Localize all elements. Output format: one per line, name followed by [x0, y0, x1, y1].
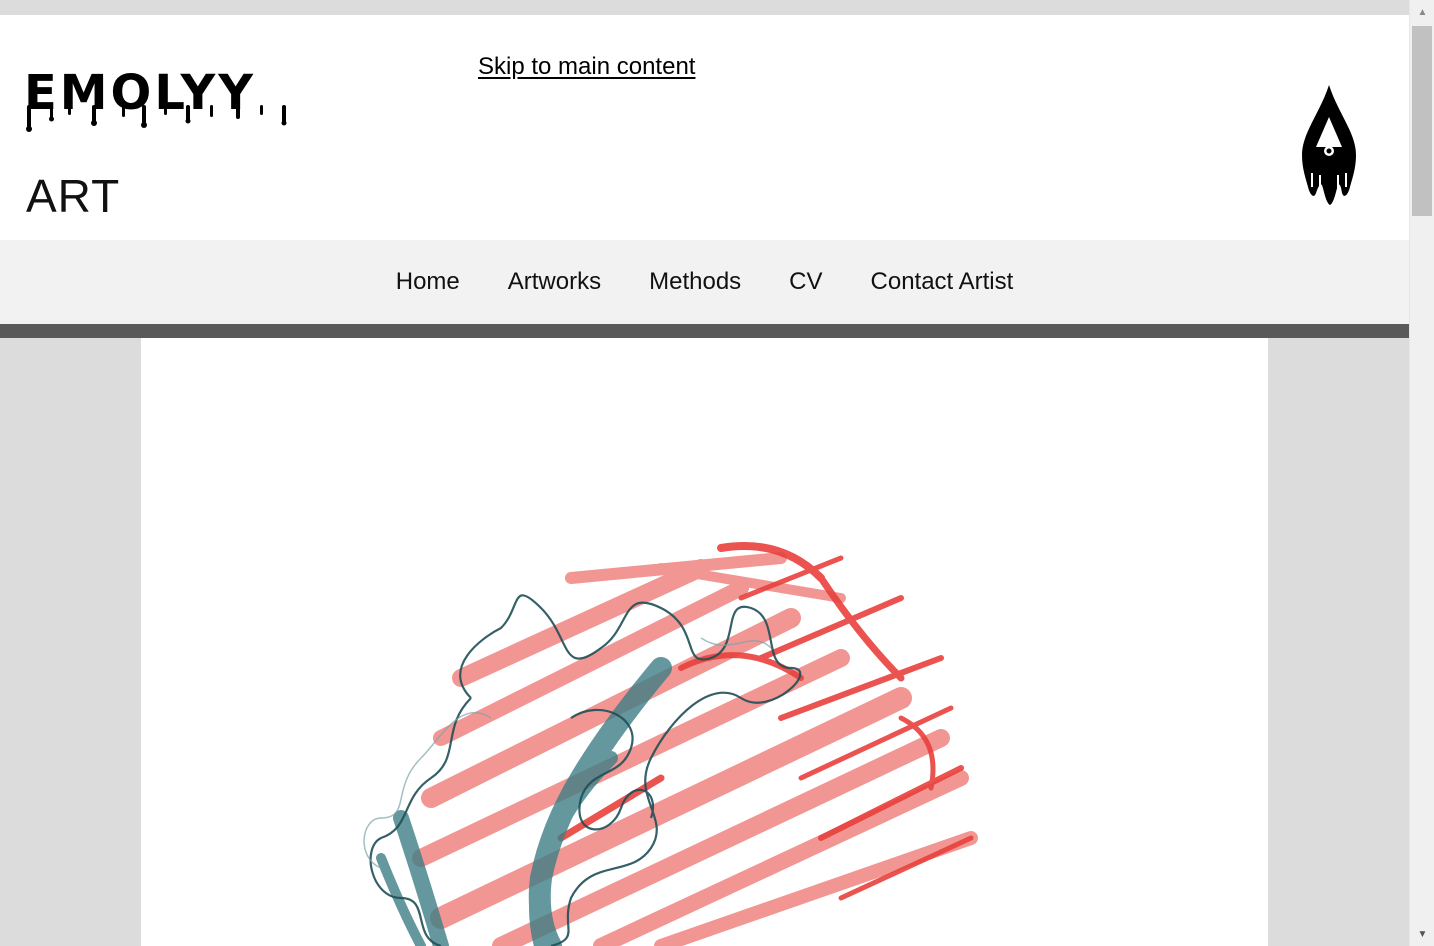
scroll-down-arrow-icon[interactable]: ▼ [1410, 922, 1434, 946]
nav-bottom-bar [0, 324, 1409, 338]
vertical-scrollbar[interactable]: ▲ ▼ [1409, 0, 1434, 946]
nav-item-artworks[interactable]: Artworks [484, 268, 625, 296]
nav-item-cv[interactable]: CV [765, 268, 846, 296]
page-viewport: EMOLYY ART Skip to main content Home Art… [0, 0, 1409, 946]
main-navigation: Home Artworks Methods CV Contact Artist [0, 240, 1409, 324]
nav-item-methods[interactable]: Methods [625, 268, 765, 296]
red-strokes [412, 552, 978, 946]
abstract-artwork-image [363, 542, 978, 946]
main-content [141, 338, 1268, 946]
nav-list: Home Artworks Methods CV Contact Artist [0, 240, 1409, 324]
scroll-up-arrow-icon[interactable]: ▲ [1410, 0, 1434, 24]
scroll-thumb[interactable] [1412, 26, 1432, 216]
nav-item-home[interactable]: Home [372, 268, 484, 296]
logo-text: EMOLYY [24, 65, 256, 121]
ink-drop-eye-icon[interactable] [1294, 83, 1364, 207]
site-subtitle: ART [26, 170, 121, 222]
skip-to-main-link[interactable]: Skip to main content [478, 53, 695, 81]
nav-item-contact-artist[interactable]: Contact Artist [847, 268, 1038, 296]
top-strip [0, 0, 1409, 15]
emolyy-logo[interactable]: EMOLYY [24, 55, 308, 135]
site-header: EMOLYY ART Skip to main content [0, 15, 1409, 240]
